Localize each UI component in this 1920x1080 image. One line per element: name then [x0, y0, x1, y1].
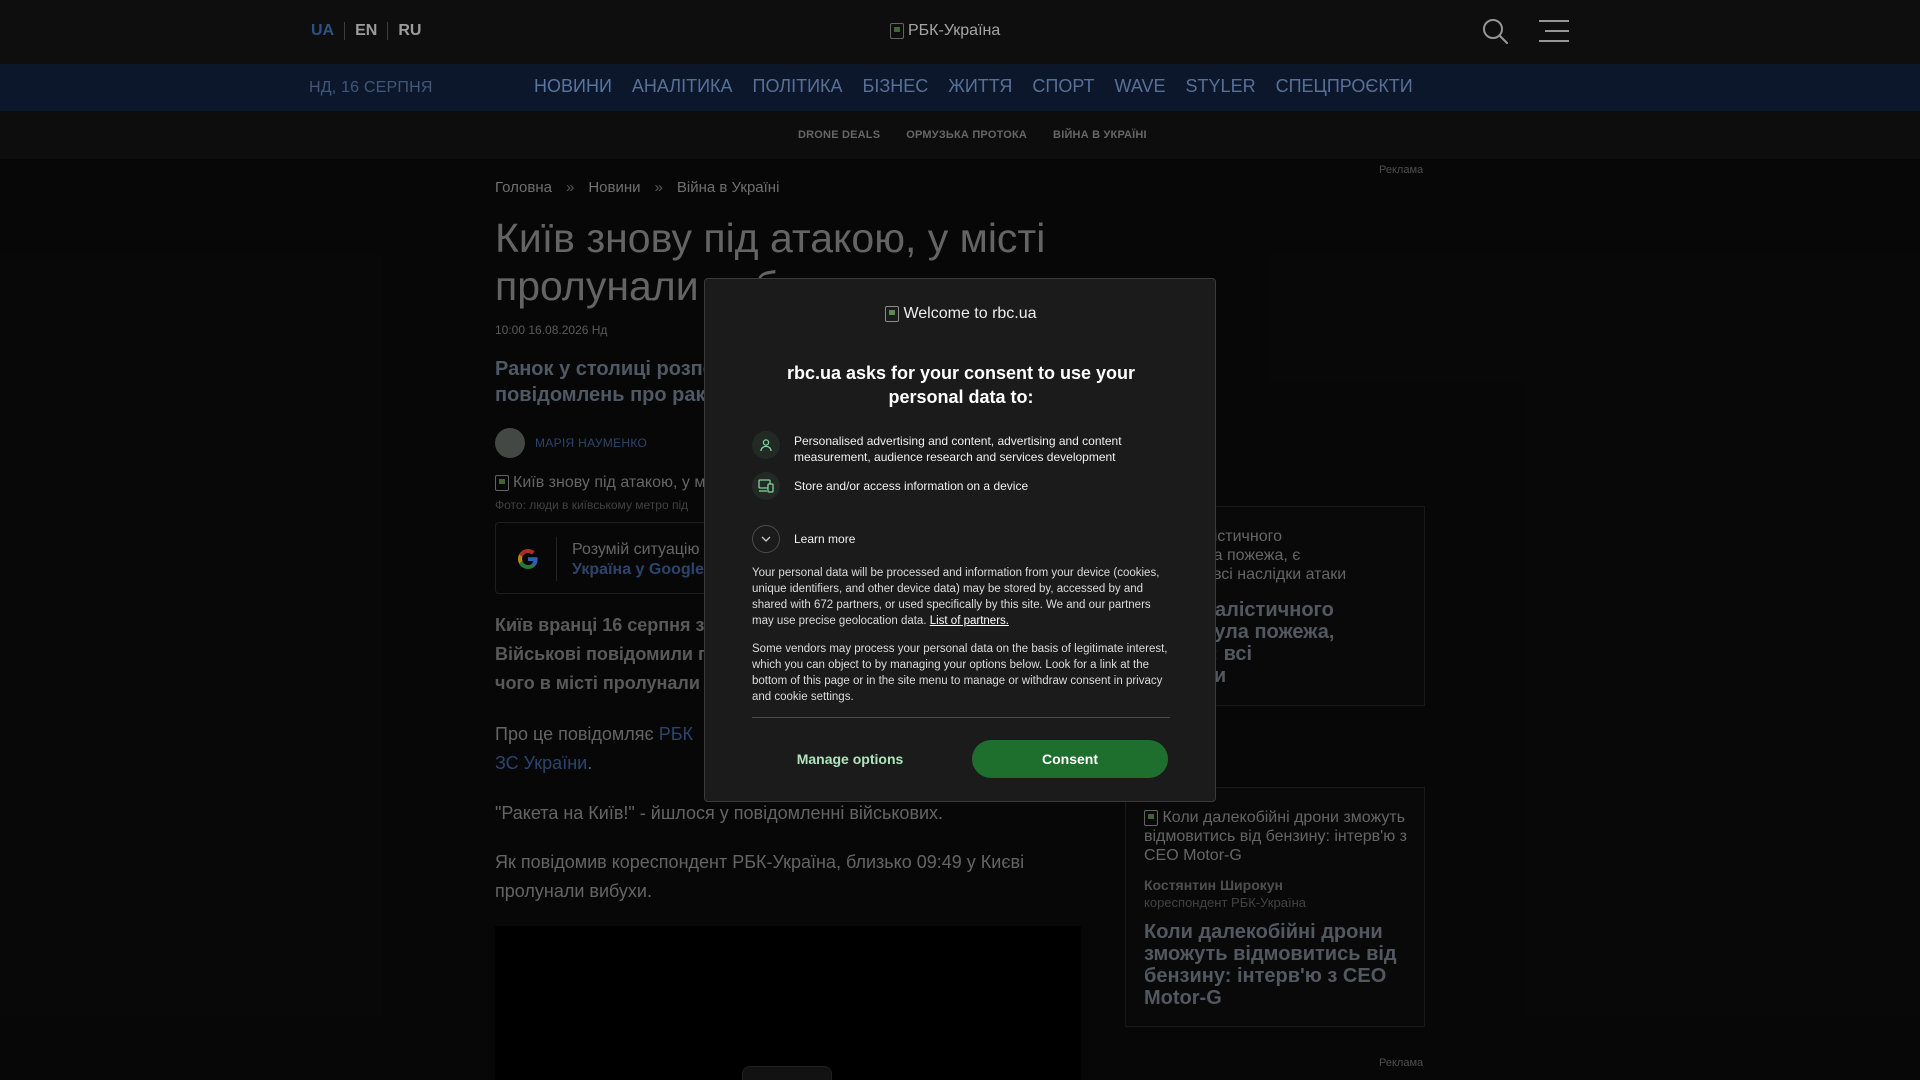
person-icon	[752, 431, 780, 459]
device-icon	[752, 472, 780, 500]
consent-body-1: Your personal data will be processed and…	[752, 565, 1170, 629]
consent-purpose-device: Store and/or access information on a dev…	[752, 472, 1172, 500]
partners-link[interactable]: List of partners.	[930, 615, 1009, 627]
consent-purpose-personalised: Personalised advertising and content, ad…	[752, 431, 1172, 465]
consent-logo: Welcome to rbc.ua	[705, 305, 1217, 323]
consent-dialog: Welcome to rbc.ua rbc.ua asks for your c…	[704, 278, 1216, 802]
consent-body-2: Some vendors may process your personal d…	[752, 643, 1168, 703]
consent-logo-alt: Welcome to rbc.ua	[903, 305, 1037, 322]
chevron-down-icon[interactable]	[752, 525, 780, 553]
learn-more-label[interactable]: Learn more	[794, 525, 855, 547]
learn-more-row[interactable]: Learn more	[752, 525, 1172, 553]
purpose-text: Personalised advertising and content, ad…	[794, 434, 1122, 464]
divider	[752, 717, 1170, 718]
manage-options-button[interactable]: Manage options	[752, 740, 948, 778]
consent-title: rbc.ua asks for your consent to use your…	[786, 363, 1136, 407]
consent-button[interactable]: Consent	[972, 740, 1168, 778]
purpose-text: Store and/or access information on a dev…	[794, 479, 1029, 493]
broken-image-icon	[885, 306, 900, 322]
